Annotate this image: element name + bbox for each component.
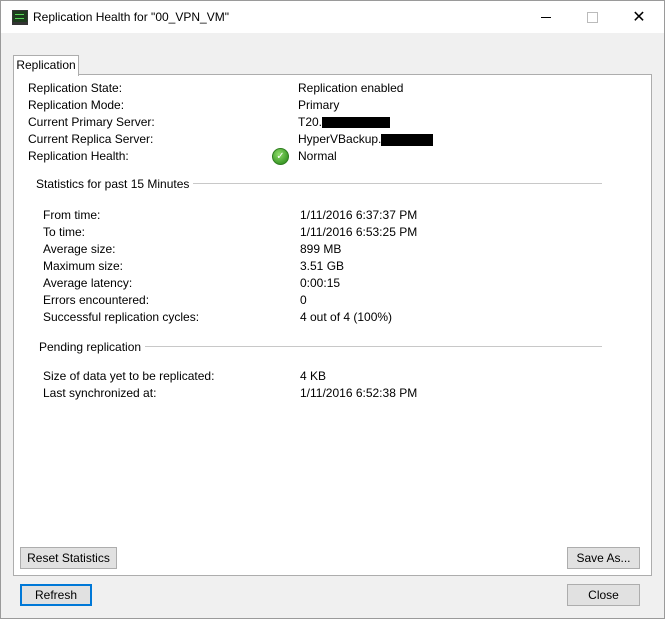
- window-title: Replication Health for "00_VPN_VM": [33, 10, 229, 24]
- stat-value: 1/11/2016 6:53:25 PM: [300, 225, 418, 239]
- replication-mode-value: Primary: [298, 98, 340, 112]
- hyperv-app-icon: [12, 10, 28, 25]
- close-button[interactable]: Close: [567, 584, 640, 606]
- replica-server-label: Current Replica Server:: [28, 132, 154, 146]
- primary-server-row: T20.: [298, 115, 391, 129]
- stat-value: 0: [300, 293, 307, 307]
- replica-server-value: HyperVBackup.: [298, 132, 382, 146]
- stat-label: From time:: [43, 208, 101, 222]
- stat-value: 1/11/2016 6:37:37 PM: [300, 208, 418, 222]
- primary-server-value: T20.: [298, 115, 323, 129]
- maximize-icon: [586, 11, 598, 23]
- replication-panel: Replication State: Replication enabled R…: [13, 74, 652, 576]
- replica-server-row: HyperVBackup.: [298, 132, 434, 146]
- stat-label: Successful replication cycles:: [43, 310, 200, 324]
- refresh-button[interactable]: Refresh: [20, 584, 92, 606]
- tab-replication[interactable]: Replication: [13, 55, 79, 76]
- stat-value: 0:00:15: [300, 276, 341, 290]
- replication-mode-label: Replication Mode:: [28, 98, 125, 112]
- replication-state-value: Replication enabled: [298, 81, 404, 95]
- stat-label: Average size:: [43, 242, 116, 256]
- stat-label: To time:: [43, 225, 86, 239]
- pending-value: 1/11/2016 6:52:38 PM: [300, 386, 418, 400]
- close-window-button[interactable]: ✕: [616, 1, 662, 33]
- minimize-icon: [541, 16, 551, 18]
- title-bar: Replication Health for "00_VPN_VM" ✕: [1, 1, 664, 33]
- check-icon: ✓: [272, 148, 289, 165]
- stat-value: 899 MB: [300, 242, 342, 256]
- reset-statistics-button[interactable]: Reset Statistics: [20, 547, 117, 569]
- primary-server-label: Current Primary Server:: [28, 115, 155, 129]
- statistics-group-title: Statistics for past 15 Minutes: [36, 177, 194, 191]
- close-icon: ✕: [632, 9, 646, 26]
- pending-value: 4 KB: [300, 369, 327, 383]
- redacted-block: [381, 133, 434, 146]
- replication-health-label: Replication Health:: [28, 149, 129, 163]
- replication-health-value: Normal: [298, 149, 337, 163]
- minimize-button[interactable]: [523, 1, 569, 33]
- replication-state-label: Replication State:: [28, 81, 123, 95]
- stat-value: 3.51 GB: [300, 259, 345, 273]
- maximize-button[interactable]: [569, 1, 615, 33]
- stat-value: 4 out of 4 (100%): [300, 310, 393, 324]
- stat-label: Errors encountered:: [43, 293, 150, 307]
- save-as-button[interactable]: Save As...: [567, 547, 640, 569]
- pending-label: Last synchronized at:: [43, 386, 157, 400]
- dialog-window: Replication Health for "00_VPN_VM" ✕ Rep…: [0, 0, 665, 619]
- stat-label: Average latency:: [43, 276, 133, 290]
- pending-label: Size of data yet to be replicated:: [43, 369, 215, 383]
- pending-group-title: Pending replication: [39, 340, 146, 354]
- stat-label: Maximum size:: [43, 259, 124, 273]
- redacted-block: [322, 117, 391, 129]
